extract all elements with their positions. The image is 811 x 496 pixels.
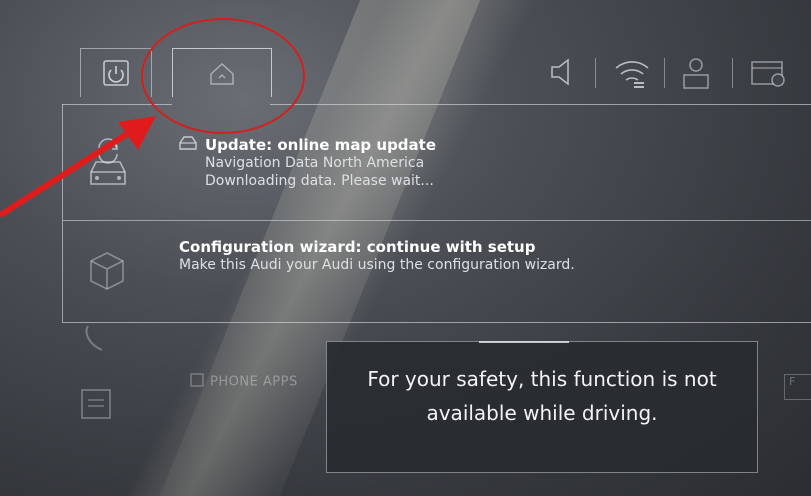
settings-screen-icon[interactable]	[748, 54, 792, 96]
dialog-accent-line	[479, 341, 569, 343]
divider	[595, 58, 596, 88]
notification-title: Configuration wizard: continue with setu…	[179, 238, 536, 256]
notification-configuration-wizard[interactable]: Configuration wizard: continue with setu…	[63, 220, 811, 323]
user-profile-icon[interactable]	[676, 54, 716, 96]
speaker-icon[interactable]	[546, 54, 582, 94]
warning-line-2: available while driving.	[426, 401, 658, 425]
phone-apps-entry[interactable]: PHONE APPS	[190, 373, 298, 391]
phone-apps-label: PHONE APPS	[210, 374, 298, 390]
notification-panel: Update: online map update Navigation Dat…	[62, 104, 811, 323]
safety-warning-text: For your safety, this function is not av…	[327, 362, 757, 430]
power-icon	[102, 59, 130, 87]
divider	[732, 58, 733, 88]
cube-icon	[85, 247, 129, 299]
status-icons	[540, 54, 811, 94]
wifi-icon[interactable]	[612, 54, 652, 96]
notification-line: Downloading data. Please wait...	[205, 173, 434, 189]
divider	[664, 58, 665, 88]
navigation-icon	[177, 134, 199, 158]
background-tile-fragment: F	[784, 374, 811, 400]
phone-apps-icon	[190, 373, 204, 391]
notification-text: Configuration wizard: continue with setu…	[179, 238, 575, 274]
phone-icon	[80, 324, 116, 358]
phone-apps-side-icon	[76, 384, 116, 428]
warning-line-1: For your safety, this function is not	[367, 367, 717, 391]
notification-text: Update: online map update Navigation Dat…	[205, 136, 436, 190]
safety-warning-dialog: For your safety, this function is not av…	[326, 341, 758, 473]
top-bar	[0, 40, 811, 106]
notification-title: Update: online map update	[205, 136, 437, 154]
annotation-arrow-icon	[0, 110, 170, 224]
notification-line: Make this Audi your Audi using the confi…	[179, 257, 575, 273]
notification-line: Navigation Data North America	[205, 155, 425, 171]
